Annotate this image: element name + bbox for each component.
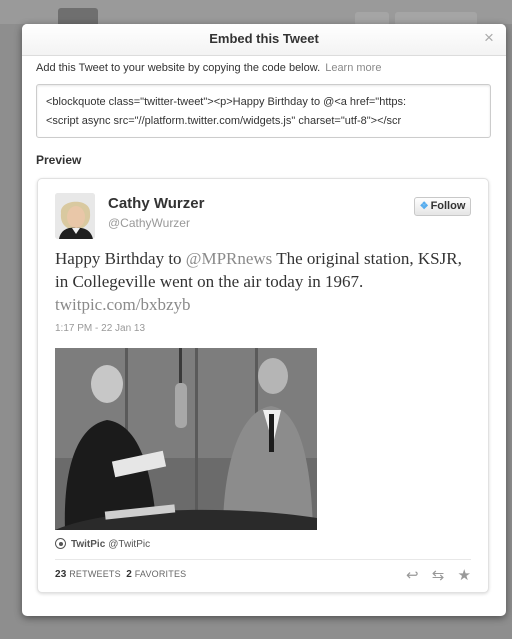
favorites-label[interactable]: FAVORITES (135, 569, 187, 579)
mention-link[interactable]: @MPRnews (186, 249, 273, 268)
avatar[interactable] (55, 193, 95, 239)
embed-tweet-dialog: Embed this Tweet × Add this Tweet to you… (22, 24, 506, 616)
tweet-stats: 23 RETWEETS 2 FAVORITES (55, 569, 186, 580)
photo-link[interactable]: twitpic.com/bxbzyb (55, 295, 191, 314)
twitpic-icon (55, 538, 66, 549)
dialog-header: Embed this Tweet × (22, 24, 506, 56)
avatar-image (55, 193, 95, 239)
instructions-text: Add this Tweet to your website by copyin… (36, 62, 321, 74)
photo-image (55, 348, 317, 530)
favorites-count[interactable]: 2 (126, 569, 132, 580)
code-line: <script async src="//platform.twitter.co… (46, 115, 402, 127)
retweets-count[interactable]: 23 (55, 569, 67, 580)
tweet-preview-card: Cathy Wurzer @CathyWurzer ❖ Follow Happy … (37, 178, 489, 593)
embed-code-textarea[interactable]: <blockquote class="twitter-tweet"><p>Hap… (36, 84, 491, 138)
star-icon[interactable]: ★ (458, 566, 471, 584)
close-icon[interactable]: × (480, 28, 498, 48)
retweet-icon[interactable]: ⇆ (432, 566, 445, 584)
user-handle[interactable]: @CathyWurzer (108, 216, 190, 230)
attribution-handle: @TwitPic (108, 539, 151, 550)
user-name[interactable]: Cathy Wurzer (108, 195, 204, 212)
tweet-actions: ↩ ⇆ ★ (397, 566, 471, 584)
reply-icon[interactable]: ↩ (406, 566, 419, 584)
tweet-text: Happy Birthday to @MPRnews The original … (55, 247, 475, 316)
tweet-photo[interactable] (55, 348, 317, 530)
photo-attribution[interactable]: TwitPic @TwitPic (55, 538, 150, 550)
follow-label: Follow (430, 200, 466, 212)
divider (55, 559, 471, 560)
code-line: <blockquote class="twitter-tweet"><p>Hap… (46, 96, 407, 108)
dialog-title: Embed this Tweet (209, 31, 319, 46)
attribution-name: TwitPic (71, 539, 106, 550)
preview-heading: Preview (36, 153, 82, 167)
follow-button[interactable]: ❖ Follow (414, 197, 471, 216)
embed-instructions: Add this Tweet to your website by copyin… (36, 62, 381, 74)
bird-icon: ❖ (419, 201, 429, 212)
learn-more-link[interactable]: Learn more (325, 62, 381, 74)
tweet-timestamp[interactable]: 1:17 PM - 22 Jan 13 (55, 323, 145, 334)
tweet-text-prefix: Happy Birthday to (55, 249, 186, 268)
retweets-label[interactable]: RETWEETS (69, 569, 121, 579)
